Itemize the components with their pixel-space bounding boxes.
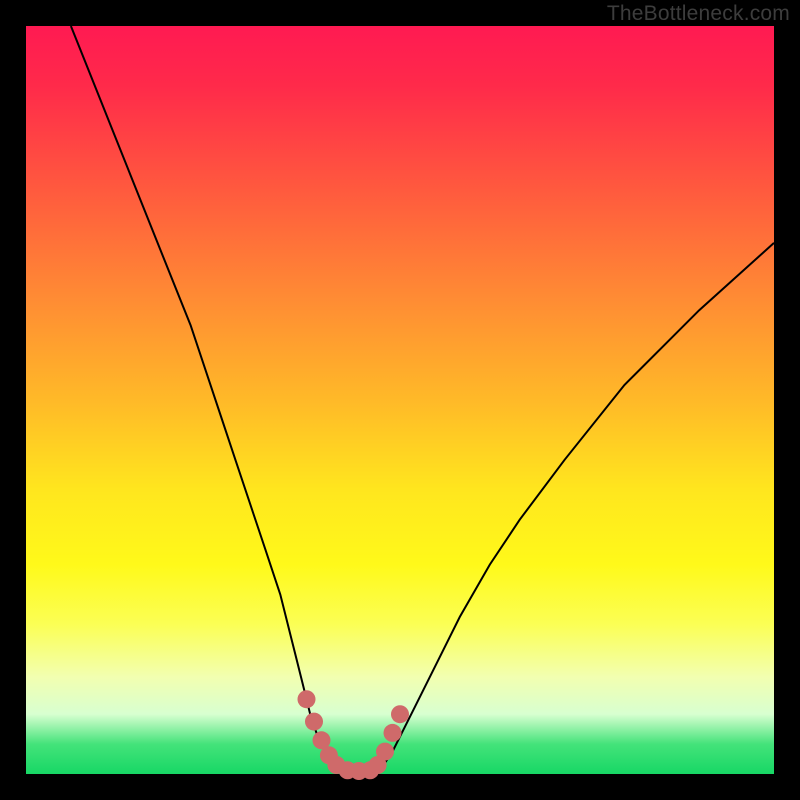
plot-area <box>26 26 774 774</box>
bottleneck-curve-left <box>71 26 340 770</box>
marker-dot <box>305 713 323 731</box>
marker-dot <box>298 690 316 708</box>
marker-dot <box>376 743 394 761</box>
chart-frame: TheBottleneck.com <box>0 0 800 800</box>
marker-dot <box>391 705 409 723</box>
curve-svg <box>26 26 774 774</box>
highlight-markers <box>298 690 410 780</box>
watermark-text: TheBottleneck.com <box>607 2 790 26</box>
bottleneck-curve-right <box>378 243 774 770</box>
marker-dot <box>384 724 402 742</box>
